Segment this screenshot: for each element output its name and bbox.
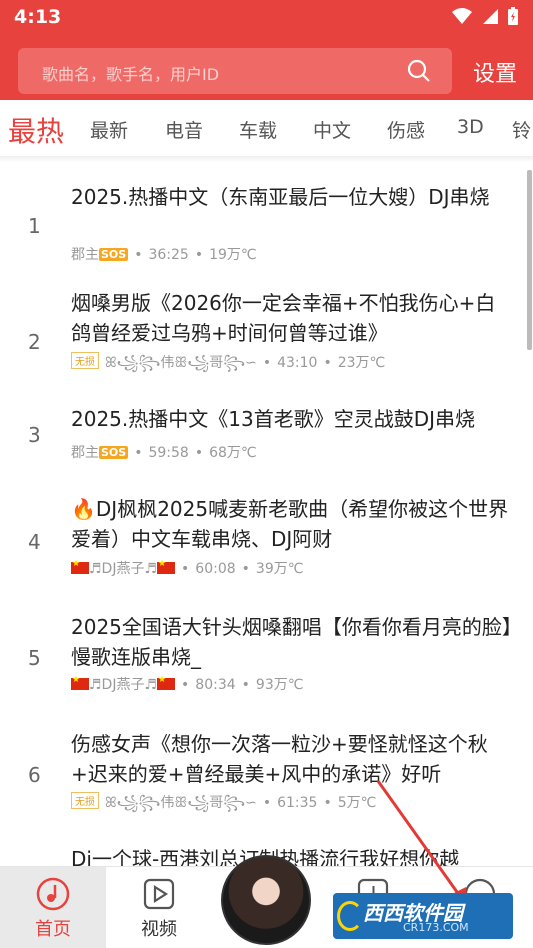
- status-bar: 4:13: [0, 0, 533, 36]
- song-meta: ♬DJ燕子♬•60:08•39万℃: [71, 558, 303, 578]
- nav-video-label: 视频: [141, 919, 177, 940]
- song-title: 烟嗓男版《2026你一定会幸福+不怕我伤心+白鸽曾经爱过乌鸦+时间何曾等过谁》: [71, 291, 496, 345]
- list-item[interactable]: 3 2025.热播中文《13首老歌》空灵战鼓DJ串烧 郡主 SOS • 59:58 • 6…: [0, 398, 525, 478]
- sos-badge: SOS: [99, 248, 129, 261]
- status-time: 4:13: [14, 6, 62, 28]
- music-disc-icon: [36, 877, 70, 911]
- song-index: 5: [28, 646, 41, 670]
- song-index: 6: [28, 763, 41, 787]
- lossless-badge: 无损: [71, 352, 99, 369]
- tab-chinese[interactable]: 中文: [313, 116, 351, 143]
- category-tabs: 最热 最新 电音 车载 中文 伤感 3D 铃: [0, 100, 533, 156]
- now-playing-disc[interactable]: [221, 855, 311, 945]
- song-duration: 60:08: [195, 561, 236, 577]
- song-plays: 23万℃: [337, 355, 386, 371]
- song-plays: 39万℃: [255, 561, 304, 577]
- song-user: ꕤ꧁꧂伟ꕥ꧁哥꧂∽: [105, 795, 257, 811]
- song-list: 1 2025.热播中文（东南亚最后一位大嫂）DJ串烧 郡主 SOS • 36:25 • 1…: [0, 162, 533, 866]
- song-plays: 93万℃: [255, 677, 304, 693]
- song-index: 1: [28, 214, 41, 238]
- china-flag-icon: [71, 559, 89, 574]
- search-input[interactable]: 歌曲名，歌手名，用户ID: [18, 48, 452, 94]
- tab-3d[interactable]: 3D: [457, 116, 484, 138]
- list-item[interactable]: 1 2025.热播中文（东南亚最后一位大嫂）DJ串烧 郡主 SOS • 36:25 • 1…: [0, 172, 525, 282]
- lossless-badge: 无损: [71, 792, 99, 809]
- song-index: 2: [28, 330, 41, 354]
- song-meta: 无损 ꕤ꧁꧂伟ꕥ꧁哥꧂∽ • 43:10 • 23万℃: [71, 351, 385, 380]
- video-icon: [143, 878, 175, 910]
- search-icon[interactable]: [406, 58, 432, 84]
- song-duration: 36:25: [148, 247, 189, 263]
- nav-video[interactable]: 视频: [106, 867, 212, 948]
- song-meta: ♬DJ燕子♬•80:34•93万℃: [71, 674, 303, 694]
- song-meta: 郡主 SOS • 59:58 • 68万℃: [71, 445, 257, 461]
- tab-sad[interactable]: 伤感: [387, 116, 425, 143]
- watermark-logo-icon: [337, 901, 363, 931]
- song-duration: 43:10: [277, 355, 318, 371]
- song-user: ♬DJ燕子♬: [89, 677, 158, 693]
- nav-home[interactable]: 首页: [0, 867, 106, 948]
- battery-icon: [508, 7, 518, 25]
- list-scrollbar[interactable]: [527, 170, 532, 350]
- song-duration: 61:35: [277, 795, 318, 811]
- song-plays: 19万℃: [209, 247, 257, 263]
- list-item[interactable]: 2 烟嗓男版《2026你一定会幸福+不怕我伤心+白鸽曾经爱过乌鸦+时间何曾等过谁…: [0, 288, 525, 398]
- song-title: 2025.热播中文《13首老歌》空灵战鼓DJ串烧: [71, 407, 476, 431]
- settings-button[interactable]: 设置: [473, 56, 517, 88]
- song-user: 郡主: [71, 247, 99, 263]
- song-user: 郡主: [71, 445, 99, 461]
- song-index: 4: [28, 530, 41, 554]
- list-item[interactable]: 5 2025全国语大针头烟嗓翻唱【你看你看月亮的脸】慢歌连版串烧_ ♬DJ燕子♬…: [0, 610, 525, 720]
- song-index: 3: [28, 423, 41, 447]
- watermark-subtext: CR173.COM: [403, 921, 469, 934]
- status-icons: [451, 6, 519, 26]
- song-user: ♬DJ燕子♬: [89, 561, 158, 577]
- nav-home-label: 首页: [35, 919, 71, 940]
- song-duration: 80:34: [195, 677, 236, 693]
- song-meta: 无损 ꕤ꧁꧂伟ꕥ꧁哥꧂∽ • 61:35 • 5万℃: [71, 791, 376, 820]
- search-placeholder: 歌曲名，歌手名，用户ID: [42, 65, 220, 84]
- signal-icon: [483, 9, 498, 24]
- wifi-icon: [452, 8, 472, 24]
- tab-ringtone[interactable]: 铃: [512, 116, 531, 143]
- top-bar: 歌曲名，歌手名，用户ID 设置: [0, 36, 533, 100]
- tab-electronic[interactable]: 电音: [165, 116, 203, 143]
- song-user: ꕤ꧁꧂伟ꕥ꧁哥꧂∽: [105, 355, 257, 371]
- song-title: 🔥DJ枫枫2025喊麦新老歌曲（希望你被这个世界爱着）中文车载串烧、DJ阿财: [71, 497, 509, 551]
- list-item[interactable]: 4 🔥DJ枫枫2025喊麦新老歌曲（希望你被这个世界爱着）中文车载串烧、DJ阿财…: [0, 492, 525, 602]
- song-meta: 郡主 SOS • 36:25 • 19万℃: [71, 247, 257, 263]
- site-watermark: 西西软件园 CR173.COM: [333, 893, 513, 939]
- song-title: 2025全国语大针头烟嗓翻唱【你看你看月亮的脸】慢歌连版串烧_: [71, 615, 512, 669]
- tab-car[interactable]: 车载: [239, 116, 277, 143]
- tab-hottest[interactable]: 最热: [8, 110, 64, 150]
- song-title: 2025.热播中文（东南亚最后一位大嫂）DJ串烧: [71, 185, 490, 209]
- china-flag-icon: [71, 675, 89, 690]
- china-flag-icon: [157, 675, 176, 690]
- china-flag-icon: [157, 559, 176, 574]
- sos-badge: SOS: [99, 446, 129, 459]
- song-plays: 68万℃: [209, 445, 257, 461]
- tab-newest[interactable]: 最新: [90, 116, 128, 143]
- song-duration: 59:58: [148, 445, 189, 461]
